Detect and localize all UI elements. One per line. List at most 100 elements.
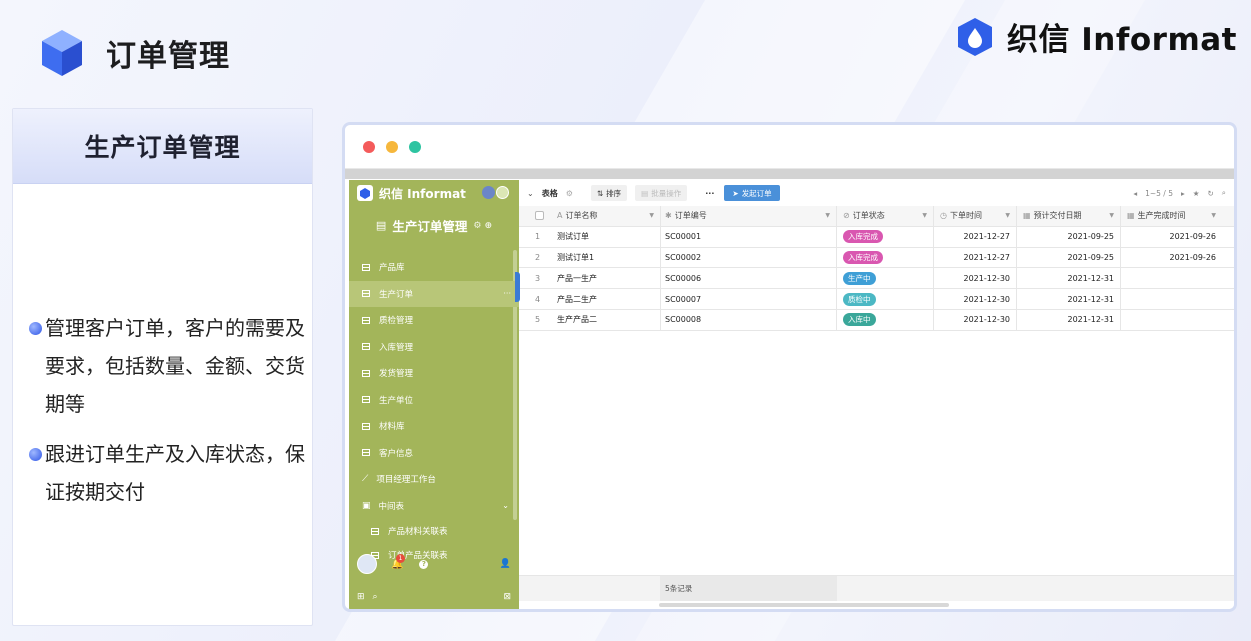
sidebar-item-materials[interactable]: 材料库	[349, 413, 519, 440]
cell-order-code[interactable]: SC00001	[660, 226, 836, 247]
sidebar-user-bar: 🔔 1 ? 👤	[349, 549, 519, 579]
cell-due-date[interactable]: 2021-12-31	[1016, 268, 1120, 289]
search-icon[interactable]: ⌕	[1222, 188, 1226, 198]
cell-order-name[interactable]: 测试订单1	[553, 252, 660, 263]
toolbar-right: ◂ 1~5 / 5 ▸ ★ ↻ ⌕	[1125, 180, 1226, 206]
help-icon[interactable]: ?	[419, 559, 429, 569]
sort-button[interactable]: ⇅ 排序	[590, 185, 628, 201]
add-user-icon[interactable]: 👤	[500, 559, 511, 569]
star-icon[interactable]: ★	[1193, 189, 1200, 198]
account-menu-icon[interactable]	[496, 186, 509, 199]
cell-order-code[interactable]: SC00008	[660, 309, 836, 330]
view-settings-icon[interactable]: ⚙	[566, 189, 573, 198]
chevron-down-icon[interactable]: ⌄	[502, 501, 509, 510]
batch-operation-button[interactable]: ▤ 批量操作	[635, 185, 688, 201]
sidebar-item-product-library[interactable]: 产品库	[349, 254, 519, 281]
cell-order-time[interactable]: 2021-12-27	[933, 247, 1016, 268]
sidebar-collapse-handle[interactable]	[515, 272, 520, 302]
sidebar-item-warehousing[interactable]: 入库管理	[349, 334, 519, 361]
maximize-window-button[interactable]	[409, 140, 421, 153]
sidebar-item-pm-workbench[interactable]: ⟋ 项目经理工作台	[349, 466, 519, 493]
prev-page-icon[interactable]: ◂	[1133, 189, 1137, 198]
cell-order-code[interactable]: SC00002	[660, 247, 836, 268]
column-header-due-date[interactable]: ▦ 预计交付日期 ▼	[1016, 206, 1120, 226]
column-header-status[interactable]: ⊘ 订单状态 ▼	[836, 206, 933, 226]
row-number: 2	[535, 252, 541, 262]
app-settings-icon[interactable]: ⚙ ⊕	[473, 221, 492, 231]
sidebar-item-production-units[interactable]: 生产单位	[349, 387, 519, 414]
caret-down-icon[interactable]: ▼	[1005, 212, 1010, 219]
column-header-name[interactable]: A 订单名称 ▼	[553, 206, 660, 226]
cell-order-status[interactable]: 入库完成	[836, 226, 933, 247]
sidebar-item-customers[interactable]: 客户信息	[349, 440, 519, 467]
more-icon[interactable]: ···	[503, 289, 511, 298]
minimize-window-button[interactable]	[386, 140, 398, 153]
sidebar-item-intermediate-tables[interactable]: ▣ 中间表 ⌄	[349, 493, 519, 520]
cell-order-name[interactable]: 产品二生产	[553, 294, 660, 305]
table-icon	[371, 527, 379, 535]
cell-order-code[interactable]: SC00006	[660, 268, 836, 289]
add-icon[interactable]: ⊞	[357, 592, 365, 602]
close-window-button[interactable]	[363, 140, 375, 153]
cell-order-time[interactable]: 2021-12-30	[933, 289, 1016, 309]
cell-done-time[interactable]: 2021-09-26	[1120, 226, 1224, 247]
cell-order-name[interactable]: 测试订单	[553, 231, 660, 242]
table-row[interactable]: 3 产品一生产 SC00006 生产中 2021-12-30 2021-12-31	[519, 268, 1234, 290]
cell-order-time[interactable]: 2021-12-30	[933, 309, 1016, 330]
user-avatar[interactable]	[357, 554, 377, 574]
sidebar-subitem-product-material[interactable]: 产品材料关联表	[349, 519, 519, 543]
caret-down-icon[interactable]: ▼	[1109, 212, 1114, 219]
caret-down-icon[interactable]: ▼	[825, 212, 830, 219]
view-selector[interactable]: 表格	[542, 188, 558, 199]
select-all-cell[interactable]	[519, 211, 553, 221]
cell-order-name[interactable]: 生产产品二	[553, 314, 660, 325]
bell-icon[interactable]: 🔔 1	[391, 553, 405, 570]
select-all-checkbox[interactable]	[535, 211, 544, 221]
column-header-order-time[interactable]: ◷ 下单时间 ▼	[933, 206, 1016, 226]
table-row[interactable]: 5 生产产品二 SC00008 入库中 2021-12-30 2021-12-31	[519, 309, 1234, 331]
cell-order-code[interactable]: SC00007	[660, 289, 836, 309]
status-badge: 入库完成	[843, 230, 883, 244]
cell-done-time[interactable]	[1120, 268, 1224, 289]
feature-card: 生产订单管理 管理客户订单，客户的需要及要求，包括数量、金额、交货期等 跟进订单…	[12, 108, 313, 626]
collapse-icon[interactable]: ⊠	[503, 592, 511, 602]
chevron-down-icon[interactable]: ⌄	[527, 189, 534, 198]
feature-bullet: 管理客户订单，客户的需要及要求，包括数量、金额、交货期等	[29, 309, 309, 423]
caret-down-icon[interactable]: ▼	[649, 212, 654, 219]
caret-down-icon[interactable]: ▼	[1211, 212, 1216, 219]
cell-due-date[interactable]: 2021-09-25	[1016, 247, 1120, 268]
table-row[interactable]: 4 产品二生产 SC00007 质检中 2021-12-30 2021-12-31	[519, 289, 1234, 310]
grid-header-row: A 订单名称 ▼ ✱ 订单编号 ▼ ⊘ 订单状态 ▼ ◷ 下单时间 ▼ ▦ 预计交付日期 ▼ ▦ 生产…	[519, 206, 1234, 227]
column-header-code[interactable]: ✱ 订单编号 ▼	[660, 206, 836, 226]
create-order-button[interactable]: ➤ 发起订单	[724, 185, 780, 201]
cell-due-date[interactable]: 2021-12-31	[1016, 309, 1120, 330]
cell-order-status[interactable]: 入库完成	[836, 247, 933, 268]
cell-order-status[interactable]: 入库中	[836, 309, 933, 330]
feature-list: 管理客户订单，客户的需要及要求，包括数量、金额、交货期等 跟进订单生产及入库状态…	[29, 309, 309, 523]
column-header-done-time[interactable]: ▦ 生产完成时间 ▼	[1120, 206, 1224, 226]
cell-done-time[interactable]	[1120, 289, 1224, 309]
cell-order-time[interactable]: 2021-12-27	[933, 226, 1016, 247]
table-icon	[362, 290, 370, 298]
cell-due-date[interactable]: 2021-12-31	[1016, 289, 1120, 309]
table-row[interactable]: 2 测试订单1 SC00002 入库完成 2021-12-27 2021-09-25 202…	[519, 247, 1234, 269]
team-avatar[interactable]	[482, 186, 495, 199]
caret-down-icon[interactable]: ▼	[922, 212, 927, 219]
sidebar-item-label: 产品库	[379, 263, 405, 274]
cell-due-date[interactable]: 2021-09-25	[1016, 226, 1120, 247]
cell-order-time[interactable]: 2021-12-30	[933, 268, 1016, 289]
cell-done-time[interactable]	[1120, 309, 1224, 330]
horizontal-scrollbar[interactable]	[659, 603, 949, 607]
cell-order-name[interactable]: 产品一生产	[553, 273, 660, 284]
cell-done-time[interactable]: 2021-09-26	[1120, 247, 1224, 268]
sidebar-item-quality-inspection[interactable]: 质检管理	[349, 307, 519, 334]
more-actions-button[interactable]: ···	[705, 189, 714, 198]
sidebar-item-shipping[interactable]: 发货管理	[349, 360, 519, 387]
search-icon[interactable]: ⌕	[373, 592, 378, 602]
refresh-icon[interactable]: ↻	[1208, 189, 1214, 198]
sidebar-item-production-orders[interactable]: 生产订单 ···	[349, 280, 519, 307]
cell-order-status[interactable]: 生产中	[836, 268, 933, 289]
cell-order-status[interactable]: 质检中	[836, 289, 933, 309]
next-page-icon[interactable]: ▸	[1181, 189, 1185, 198]
table-row[interactable]: 1 测试订单 SC00001 入库完成 2021-12-27 2021-09-25 2021…	[519, 226, 1234, 248]
